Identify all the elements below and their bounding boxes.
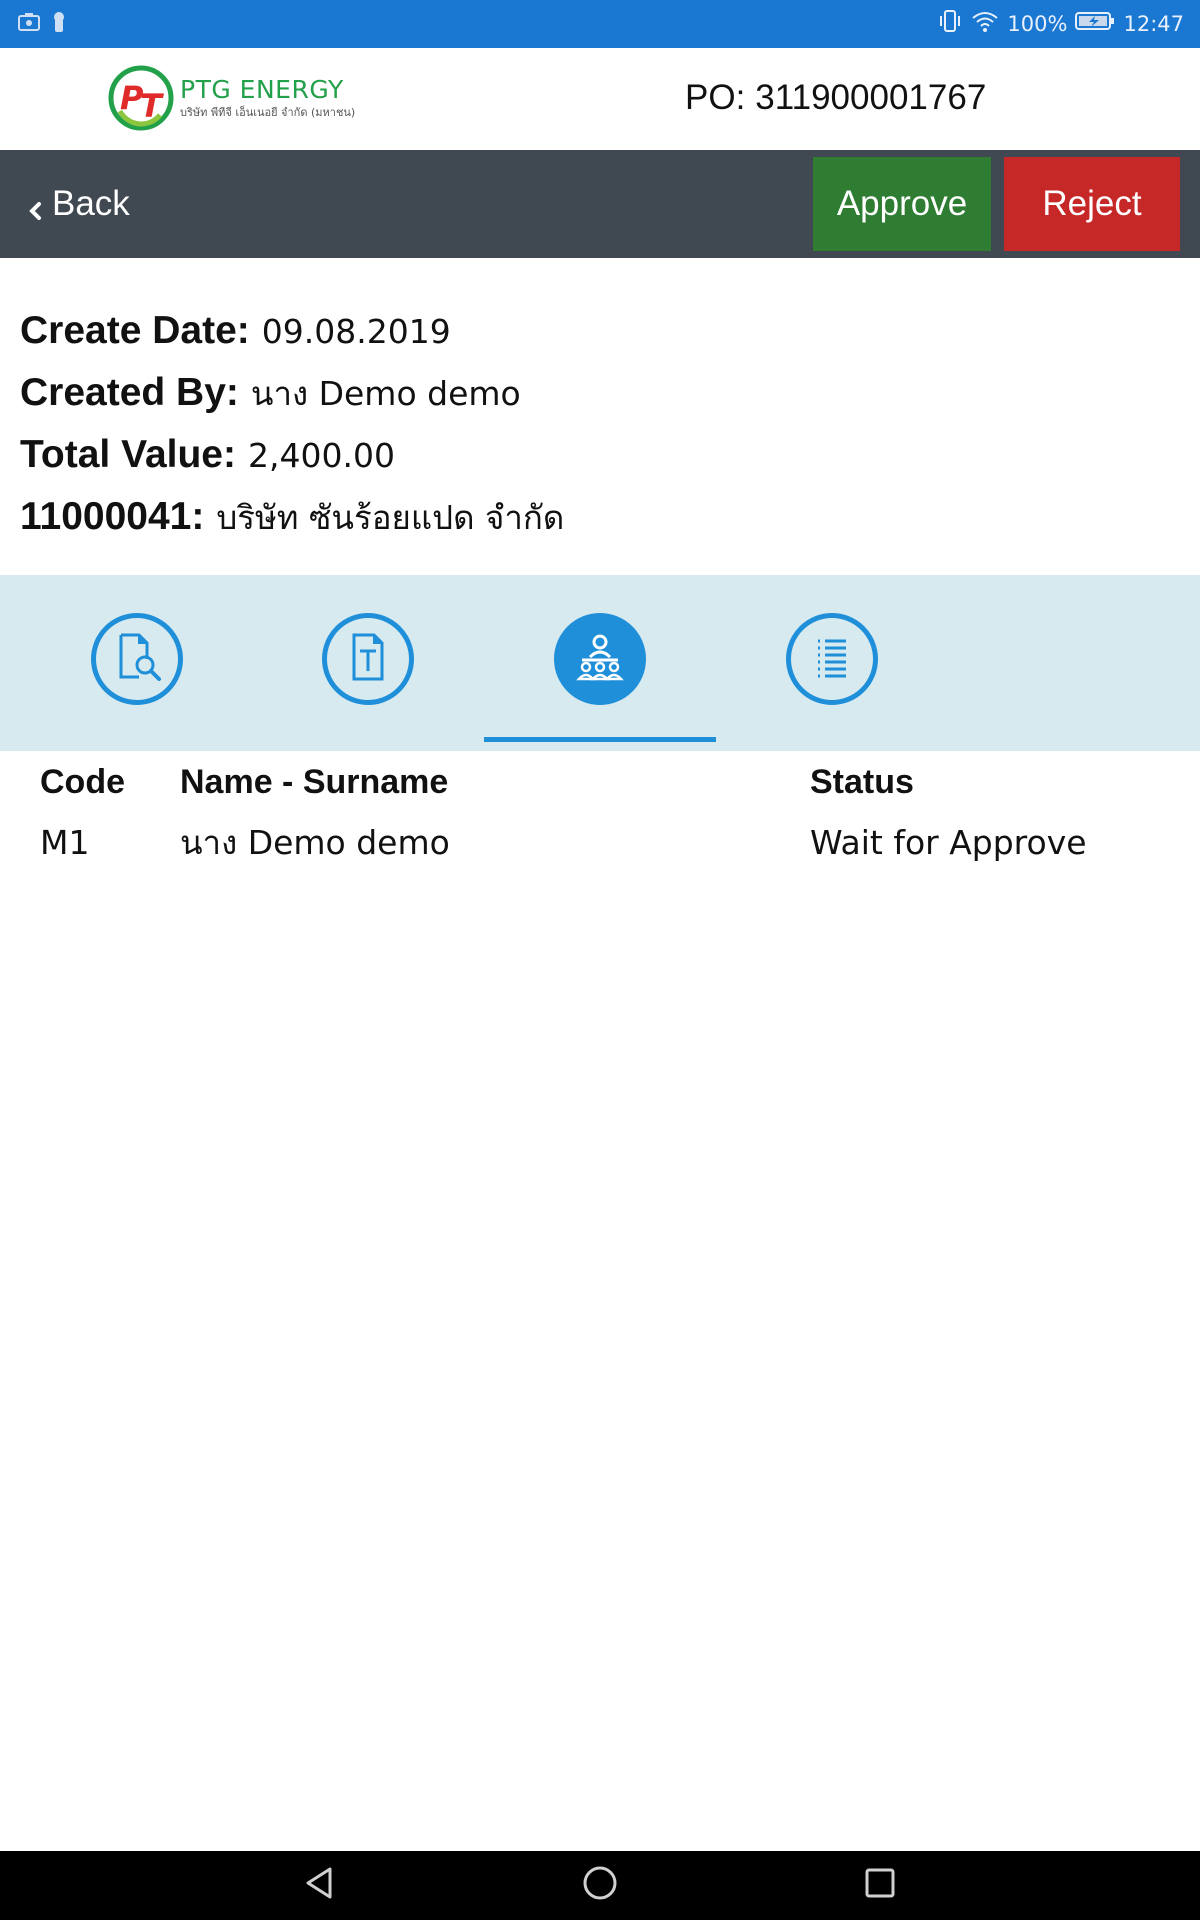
back-button[interactable]: Back [24,178,130,230]
column-header-name: Name - Surname [180,762,449,801]
total-value-label: Total Value: [20,433,236,476]
nav-recents-button[interactable] [840,1851,920,1920]
ptg-logo: P T PTG ENERGY บริษัท พีทีจี เอ็นเนอยี จ… [108,58,355,138]
approver-status: Wait for Approve [810,822,1087,862]
back-label: Back [52,184,130,223]
ptg-logo-mark: P T [108,65,174,131]
tab-text-document[interactable] [322,613,414,705]
total-value-value: 2,400.00 [248,435,395,475]
approvers-group-icon [572,629,628,690]
po-number: PO: 311900001767 [685,78,986,118]
app-header: P T PTG ENERGY บริษัท พีทีจี เอ็นเนอยี จ… [0,48,1200,150]
text-document-icon [340,629,396,690]
tab-approvers[interactable] [554,613,646,705]
vibrate-icon [937,8,963,40]
created-by-value: นาง Demo demo [250,373,521,413]
list-icon [804,629,860,690]
detail-tabs [0,575,1200,751]
po-label: PO: [685,78,746,117]
nav-home-button[interactable] [560,1851,640,1920]
status-bar: 100% 12:47 [0,0,1200,48]
create-date-label: Create Date: [20,309,250,352]
action-toolbar: Back Approve Reject [0,150,1200,258]
column-header-status: Status [810,762,914,801]
chevron-left-icon [24,192,46,220]
square-recents-icon [862,1865,898,1906]
status-notifications [18,11,66,38]
po-value: 311900001767 [755,78,987,117]
po-summary: Create Date: 09.08.2019 Created By: นาง … [20,300,1180,548]
table-row: M1 นาง Demo demo Wait for Approve [40,812,1160,872]
active-tab-indicator [484,737,716,742]
column-header-code: Code [40,762,125,801]
approver-name: นาง Demo demo [180,822,450,862]
svg-text:T: T [140,87,164,125]
tab-item-list[interactable] [786,613,878,705]
vendor-code: 11000041: [20,495,205,538]
circle-home-icon [582,1865,618,1906]
created-by-label: Created By: [20,371,239,414]
create-date-value: 09.08.2019 [261,311,451,351]
keyhole-notification-icon [52,11,66,38]
reject-button[interactable]: Reject [1004,157,1180,251]
nav-back-button[interactable] [280,1851,360,1920]
screenshot-notification-icon [18,12,40,37]
total-value-row: Total Value: 2,400.00 [20,424,1180,486]
create-date-row: Create Date: 09.08.2019 [20,300,1180,362]
tab-document-search[interactable] [91,613,183,705]
vendor-row: 11000041: บริษัท ซันร้อยแปด จำกัด [20,486,1180,548]
triangle-back-icon [302,1865,338,1906]
battery-percent: 100% [1007,12,1068,36]
logo-company-subtitle: บริษัท พีทีจี เอ็นเนอยี จำกัด (มหาชน) [180,106,356,119]
approver-table: Code Name - Surname Status M1 นาง Demo d… [40,752,1160,872]
navigation-bar [0,1851,1200,1920]
document-search-icon [109,629,165,690]
battery-charging-icon [1075,11,1115,37]
clock: 12:47 [1123,12,1184,36]
status-indicators: 100% 12:47 [937,0,1184,48]
approve-button[interactable]: Approve [813,157,991,251]
created-by-row: Created By: นาง Demo demo [20,362,1180,424]
approver-code: M1 [40,822,90,862]
wifi-icon [971,9,999,39]
table-header: Code Name - Surname Status [40,752,1160,812]
logo-company-name: PTG ENERGY [180,75,344,104]
vendor-name: บริษัท ซันร้อยแปด จำกัด [216,497,565,537]
